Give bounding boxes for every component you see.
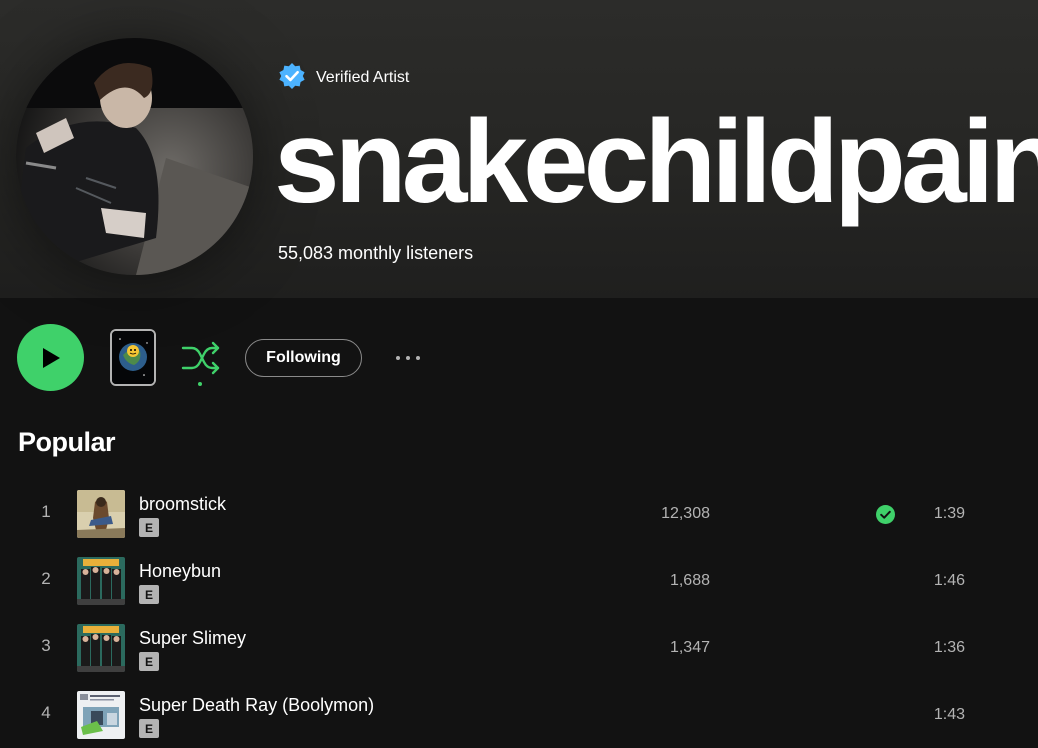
more-dot-icon xyxy=(416,356,420,360)
more-dot-icon xyxy=(406,356,410,360)
track-cover-art xyxy=(77,490,125,538)
action-bar: Following xyxy=(0,320,1038,396)
track-row[interactable]: 3 Super Slimey E 1,347 1:36 xyxy=(0,614,1038,678)
track-cover-art xyxy=(77,557,125,605)
verified-badge: Verified Artist xyxy=(278,62,410,95)
artist-avatar xyxy=(16,38,253,275)
track-number: 2 xyxy=(41,569,51,588)
explicit-badge: E xyxy=(139,518,159,537)
artist-name: snakechildpain xyxy=(274,96,1038,228)
monthly-listeners: 55,083 monthly listeners xyxy=(278,243,474,263)
explicit-badge: E xyxy=(139,719,159,738)
track-title[interactable]: Super Slimey xyxy=(139,628,246,649)
track-row[interactable]: 1 broomstick E 12,308 1:39 xyxy=(0,480,1038,544)
track-play-count: 12,308 xyxy=(661,505,710,522)
shuffle-button[interactable] xyxy=(180,338,222,388)
more-dot-icon xyxy=(396,356,400,360)
track-play-count: 1,688 xyxy=(669,572,710,589)
track-duration: 1:46 xyxy=(933,572,965,589)
track-row[interactable]: 2 Honeybun E 1,688 1:46 xyxy=(0,547,1038,611)
track-title[interactable]: Honeybun xyxy=(139,561,221,582)
verified-label: Verified Artist xyxy=(316,69,410,86)
track-duration: 1:43 xyxy=(933,706,965,723)
track-play-count: 1,347 xyxy=(669,639,710,656)
explicit-badge: E xyxy=(139,652,159,671)
track-title[interactable]: Super Death Ray (Boolymon) xyxy=(139,695,374,716)
explicit-badge: E xyxy=(139,585,159,604)
track-number: 3 xyxy=(41,636,51,655)
track-duration: 1:36 xyxy=(933,639,965,656)
following-button[interactable]: Following xyxy=(245,339,362,377)
artist-preview-thumbnail[interactable] xyxy=(110,329,156,386)
track-cover-art xyxy=(77,691,125,739)
track-number: 4 xyxy=(41,703,51,722)
more-options-button[interactable] xyxy=(386,346,430,370)
shuffle-icon xyxy=(181,341,220,386)
saved-check-icon[interactable] xyxy=(876,505,895,524)
track-row[interactable]: 4 Super Death Ray (Boolymon) E 1:43 xyxy=(0,681,1038,745)
track-duration: 1:39 xyxy=(933,505,965,522)
track-number: 1 xyxy=(41,502,51,521)
track-title[interactable]: broomstick xyxy=(139,494,226,515)
popular-heading: Popular xyxy=(18,427,116,457)
verified-badge-icon xyxy=(278,62,306,95)
play-icon xyxy=(42,347,60,368)
play-button[interactable] xyxy=(17,324,84,391)
track-cover-art xyxy=(77,624,125,672)
artist-header: Verified Artist snakechildpain 55,083 mo… xyxy=(0,0,1038,298)
